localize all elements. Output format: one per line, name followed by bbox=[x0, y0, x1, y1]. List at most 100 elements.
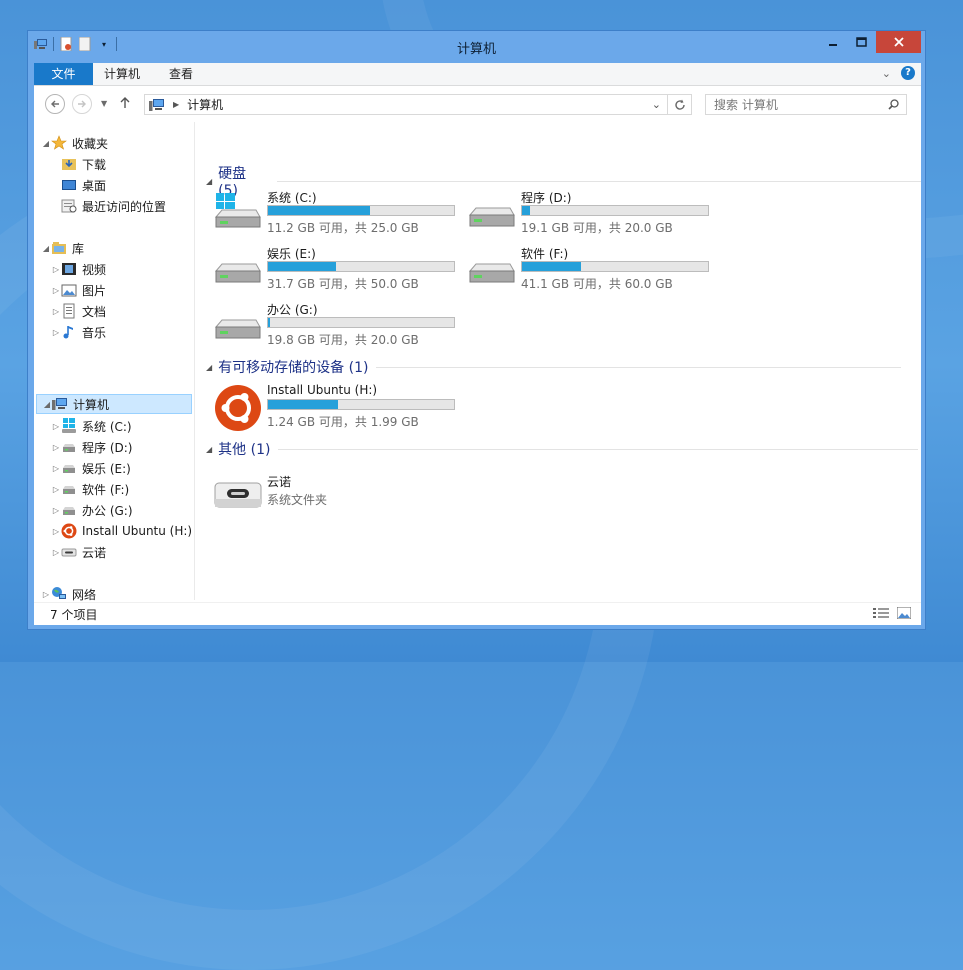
minimize-button[interactable] bbox=[820, 31, 846, 53]
breadcrumb[interactable]: 计算机 bbox=[187, 96, 223, 113]
nav-label: Install Ubuntu (H:) bbox=[82, 524, 193, 538]
group-title: 其他 (1) bbox=[218, 442, 271, 458]
network-icon bbox=[51, 586, 67, 602]
expand-arrow-icon[interactable]: ▷ bbox=[51, 422, 61, 431]
nav-item-videos[interactable]: ▷ 视频 bbox=[51, 259, 106, 279]
nav-item-yunnuo[interactable]: ▷ 云诺 bbox=[51, 542, 106, 562]
nav-label: 网络 bbox=[72, 587, 97, 602]
collapse-group-icon[interactable]: ◢ bbox=[206, 363, 212, 372]
forward-button[interactable] bbox=[72, 94, 92, 114]
tab-view[interactable]: 查看 bbox=[169, 63, 193, 85]
nav-label: 办公 (G:) bbox=[82, 503, 133, 518]
drive-name: 程序 (D:) bbox=[521, 191, 572, 205]
nav-item-recent-places[interactable]: 最近访问的位置 bbox=[61, 196, 166, 216]
drive-name: Install Ubuntu (H:) bbox=[267, 383, 378, 397]
nav-item-drive-c[interactable]: ▷ 系统 (C:) bbox=[51, 416, 132, 436]
expand-arrow-icon[interactable]: ▷ bbox=[51, 265, 61, 274]
expand-ribbon-icon[interactable]: ⌄ bbox=[882, 67, 891, 80]
nav-item-pictures[interactable]: ▷ 图片 bbox=[51, 280, 106, 300]
back-button[interactable] bbox=[45, 94, 65, 114]
drive-tile-g[interactable]: 办公 (G:) 19.8 GB 可用，共 20.0 GB bbox=[214, 301, 464, 351]
nav-item-drive-h[interactable]: ▷ Install Ubuntu (H:) bbox=[51, 521, 192, 541]
expand-arrow-icon[interactable]: ▷ bbox=[51, 464, 61, 473]
expand-arrow-icon[interactable]: ▷ bbox=[51, 443, 61, 452]
collapse-group-icon[interactable]: ◢ bbox=[206, 445, 212, 454]
tab-file[interactable]: 文件 bbox=[34, 63, 93, 85]
nav-item-desktop[interactable]: 桌面 bbox=[61, 175, 106, 195]
nav-item-drive-f[interactable]: ▷ 软件 (F:) bbox=[51, 479, 129, 499]
search-input[interactable]: 搜索 计算机 bbox=[714, 96, 778, 113]
drive-name: 软件 (F:) bbox=[521, 247, 569, 261]
refresh-button[interactable] bbox=[667, 94, 692, 115]
drive-space-info: 31.7 GB 可用，共 50.0 GB bbox=[267, 277, 419, 291]
desktop-icon bbox=[61, 177, 77, 193]
drive-tile-e[interactable]: 娱乐 (E:) 31.7 GB 可用，共 50.0 GB bbox=[214, 245, 464, 295]
nav-item-drive-d[interactable]: ▷ 程序 (D:) bbox=[51, 437, 133, 457]
nav-label: 桌面 bbox=[82, 178, 107, 193]
recent-locations-dropdown-icon[interactable]: ▼ bbox=[101, 99, 107, 108]
drive-tile-d[interactable]: 程序 (D:) 19.1 GB 可用，共 20.0 GB bbox=[468, 189, 718, 239]
group-header-other[interactable]: ◢ 其他 (1) bbox=[206, 439, 919, 459]
nav-favorites[interactable]: ◢ 收藏夹 bbox=[41, 133, 108, 153]
expand-arrow-icon[interactable]: ▷ bbox=[51, 548, 61, 557]
help-icon[interactable]: ? bbox=[901, 66, 915, 80]
expand-arrow-icon[interactable]: ▷ bbox=[51, 506, 61, 515]
item-tile-yunnuo[interactable]: 云诺 系统文件夹 bbox=[214, 473, 464, 523]
document-icon bbox=[61, 303, 77, 319]
address-history-icon[interactable]: ⌄ bbox=[652, 98, 661, 111]
collapse-arrow-icon[interactable]: ◢ bbox=[41, 244, 51, 253]
up-icon[interactable] bbox=[120, 96, 130, 112]
nav-item-documents[interactable]: ▷ 文档 bbox=[51, 301, 106, 321]
collapse-arrow-icon[interactable]: ◢ bbox=[42, 400, 52, 409]
expand-arrow-icon[interactable]: ▷ bbox=[51, 328, 61, 337]
expand-arrow-icon[interactable]: ▷ bbox=[51, 527, 61, 536]
video-icon bbox=[61, 261, 77, 277]
drive-space-info: 11.2 GB 可用，共 25.0 GB bbox=[267, 221, 419, 235]
nav-label: 收藏夹 bbox=[72, 136, 109, 151]
expand-arrow-icon[interactable]: ▷ bbox=[51, 286, 61, 295]
nav-label: 计算机 bbox=[73, 397, 110, 412]
computer-icon bbox=[52, 396, 68, 412]
group-header-removable[interactable]: ◢ 有可移动存储的设备 (1) bbox=[206, 357, 902, 377]
nav-item-downloads[interactable]: 下载 bbox=[61, 154, 106, 174]
drive-usage-fill bbox=[522, 206, 531, 215]
expand-arrow-icon[interactable]: ▷ bbox=[51, 307, 61, 316]
close-button[interactable] bbox=[876, 31, 921, 53]
expand-arrow-icon[interactable]: ▷ bbox=[51, 485, 61, 494]
large-icons-view-icon[interactable] bbox=[896, 606, 912, 622]
group-divider bbox=[278, 448, 919, 450]
tab-computer[interactable]: 计算机 bbox=[104, 63, 140, 85]
expand-arrow-icon[interactable]: ▷ bbox=[41, 590, 51, 599]
drive-usage-bar bbox=[267, 261, 455, 272]
nav-item-drive-e[interactable]: ▷ 娱乐 (E:) bbox=[51, 458, 131, 478]
drive-tile-f[interactable]: 软件 (F:) 41.1 GB 可用，共 60.0 GB bbox=[468, 245, 718, 295]
breadcrumb-separator-icon[interactable]: ▶ bbox=[173, 100, 179, 109]
nav-network[interactable]: ▷ 网络 bbox=[41, 584, 96, 604]
ribbon-controls: ⌄ ? bbox=[882, 66, 915, 80]
nav-label: 云诺 bbox=[82, 545, 107, 560]
title-bar[interactable]: ▾ 计算机 bbox=[28, 31, 925, 63]
nav-label: 音乐 bbox=[82, 325, 107, 340]
hard-drive-icon bbox=[61, 502, 77, 518]
search-box[interactable]: 搜索 计算机 bbox=[705, 94, 907, 115]
content-area: ◢ 收藏夹 下载 桌面 最近访问的位置 ◢ 库 ▷ 视频 ▷ 图片 ▷ 文档 ▷… bbox=[34, 122, 921, 602]
drive-tile-c[interactable]: 系统 (C:) 11.2 GB 可用，共 25.0 GB bbox=[214, 189, 464, 239]
address-field[interactable]: ▶ 计算机 ⌄ bbox=[144, 94, 692, 115]
nav-item-music[interactable]: ▷ 音乐 bbox=[51, 322, 106, 342]
drive-space-info: 1.24 GB 可用，共 1.99 GB bbox=[267, 415, 419, 429]
maximize-button[interactable] bbox=[848, 31, 874, 53]
collapse-group-icon[interactable]: ◢ bbox=[206, 177, 212, 186]
nav-label: 图片 bbox=[82, 283, 107, 298]
nav-libraries[interactable]: ◢ 库 bbox=[41, 238, 84, 258]
search-icon[interactable] bbox=[888, 99, 899, 110]
nav-item-drive-g[interactable]: ▷ 办公 (G:) bbox=[51, 500, 133, 520]
nav-label: 视频 bbox=[82, 262, 107, 277]
drive-space-info: 19.8 GB 可用，共 20.0 GB bbox=[267, 333, 419, 347]
collapse-arrow-icon[interactable]: ◢ bbox=[41, 139, 51, 148]
details-view-icon[interactable] bbox=[873, 607, 889, 622]
drive-usage-bar bbox=[521, 205, 709, 216]
nav-computer[interactable]: ◢ 计算机 bbox=[36, 394, 192, 414]
windows-drive-icon bbox=[61, 418, 77, 434]
drive-tile-h[interactable]: Install Ubuntu (H:) 1.24 GB 可用，共 1.99 GB bbox=[214, 383, 464, 433]
hard-drive-icon bbox=[61, 481, 77, 497]
